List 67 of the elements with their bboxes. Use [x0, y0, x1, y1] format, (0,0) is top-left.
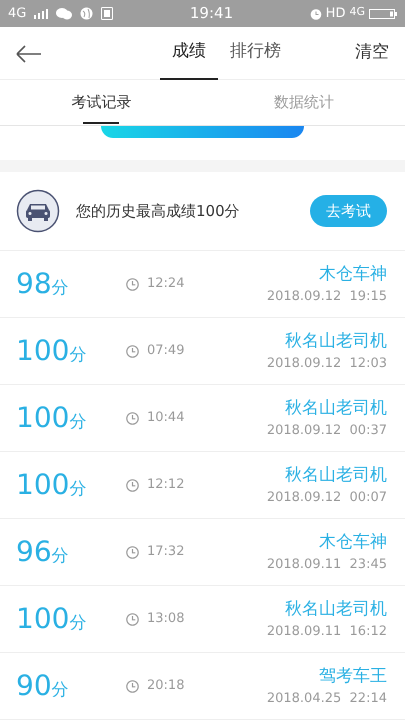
network-label: 4G	[349, 4, 365, 20]
globe-icon	[80, 7, 94, 20]
duration-text: 20:18	[147, 677, 184, 696]
date-text: 2018.09.11 16:12	[266, 623, 387, 641]
score-value: 100	[16, 333, 70, 369]
best-score-text: 您的历史最高成绩100分	[76, 200, 241, 222]
rank-title: 秋名山老司机	[285, 464, 387, 486]
nav-tab[interactable]: 排行榜	[218, 26, 293, 80]
score-value: 98	[16, 266, 52, 302]
app-icon	[101, 7, 114, 20]
date-text: 2018.09.12 00:37	[266, 422, 387, 440]
record-row[interactable]: 96分 17:32 木仓车神 2018.09.11 23:45	[0, 519, 405, 586]
duration-text: 12:12	[147, 476, 184, 494]
network-label: 4G	[8, 4, 26, 23]
take-exam-button[interactable]: 去考试	[310, 194, 387, 228]
sub-tab[interactable]: 数据统计	[272, 80, 336, 126]
score-value: 100	[16, 601, 70, 637]
clock-time: 19:41	[188, 3, 234, 24]
chat-icon	[56, 7, 72, 20]
duration-text: 10:44	[147, 409, 184, 428]
clock-icon	[126, 680, 139, 692]
rank-title: 秋名山老司机	[285, 330, 387, 352]
rank-title: 驾考车王	[319, 664, 387, 688]
score-value: 96	[16, 534, 52, 570]
rank-title: 木仓车神	[319, 262, 387, 286]
date-text: 2018.04.25 22:14	[266, 690, 387, 708]
rank-title: 木仓车神	[319, 530, 387, 554]
rank-title: 秋名山老司机	[285, 598, 387, 620]
record-row[interactable]: 100分 10:44 秋名山老司机 2018.09.12 00:37	[0, 385, 405, 452]
record-row[interactable]: 100分 07:49 秋名山老司机 2018.09.12 12:03	[0, 318, 405, 385]
battery-icon	[369, 8, 397, 20]
nav-tab[interactable]: 成绩	[160, 26, 218, 80]
score-value: 90	[16, 668, 52, 704]
score-unit: 分	[69, 344, 86, 367]
score-unit: 分	[52, 277, 69, 300]
rank-title: 秋名山老司机	[285, 396, 387, 420]
clock-icon	[126, 344, 139, 358]
hd-label: HD	[326, 4, 346, 23]
duration-text: 17:32	[147, 543, 184, 562]
record-row[interactable]: 100分 12:12 秋名山老司机 2018.09.12 00:07	[0, 452, 405, 519]
clock-icon	[126, 278, 139, 290]
duration-text: 13:08	[147, 610, 184, 628]
back-arrow-icon	[16, 44, 42, 63]
clock-icon	[126, 546, 139, 558]
date-text: 2018.09.12 19:15	[266, 288, 387, 306]
duration-text: 12:24	[147, 275, 184, 294]
clock-icon	[126, 612, 139, 626]
record-row[interactable]: 100分 13:08 秋名山老司机 2018.09.11 16:12	[0, 586, 405, 653]
date-text: 2018.09.12 12:03	[266, 355, 387, 373]
clear-button[interactable]: 清空	[355, 40, 389, 66]
score-unit: 分	[52, 679, 69, 702]
alarm-icon	[310, 8, 322, 20]
score-value: 100	[16, 400, 70, 436]
score-value: 100	[16, 467, 70, 503]
signal-icon	[34, 8, 48, 18]
date-text: 2018.09.11 23:45	[266, 556, 387, 574]
record-row[interactable]: 90分 20:18 驾考车王 2018.04.25 22:14	[0, 653, 405, 720]
score-unit: 分	[69, 411, 86, 434]
score-unit: 分	[69, 478, 86, 501]
clock-icon	[126, 412, 139, 424]
duration-text: 07:49	[147, 342, 184, 360]
clock-icon	[126, 478, 139, 492]
score-unit: 分	[69, 612, 86, 635]
record-row[interactable]: 98分 12:24 木仓车神 2018.09.12 19:15	[0, 251, 405, 318]
date-text: 2018.09.12 00:07	[266, 489, 387, 507]
car-icon	[16, 189, 60, 233]
score-unit: 分	[52, 545, 69, 568]
